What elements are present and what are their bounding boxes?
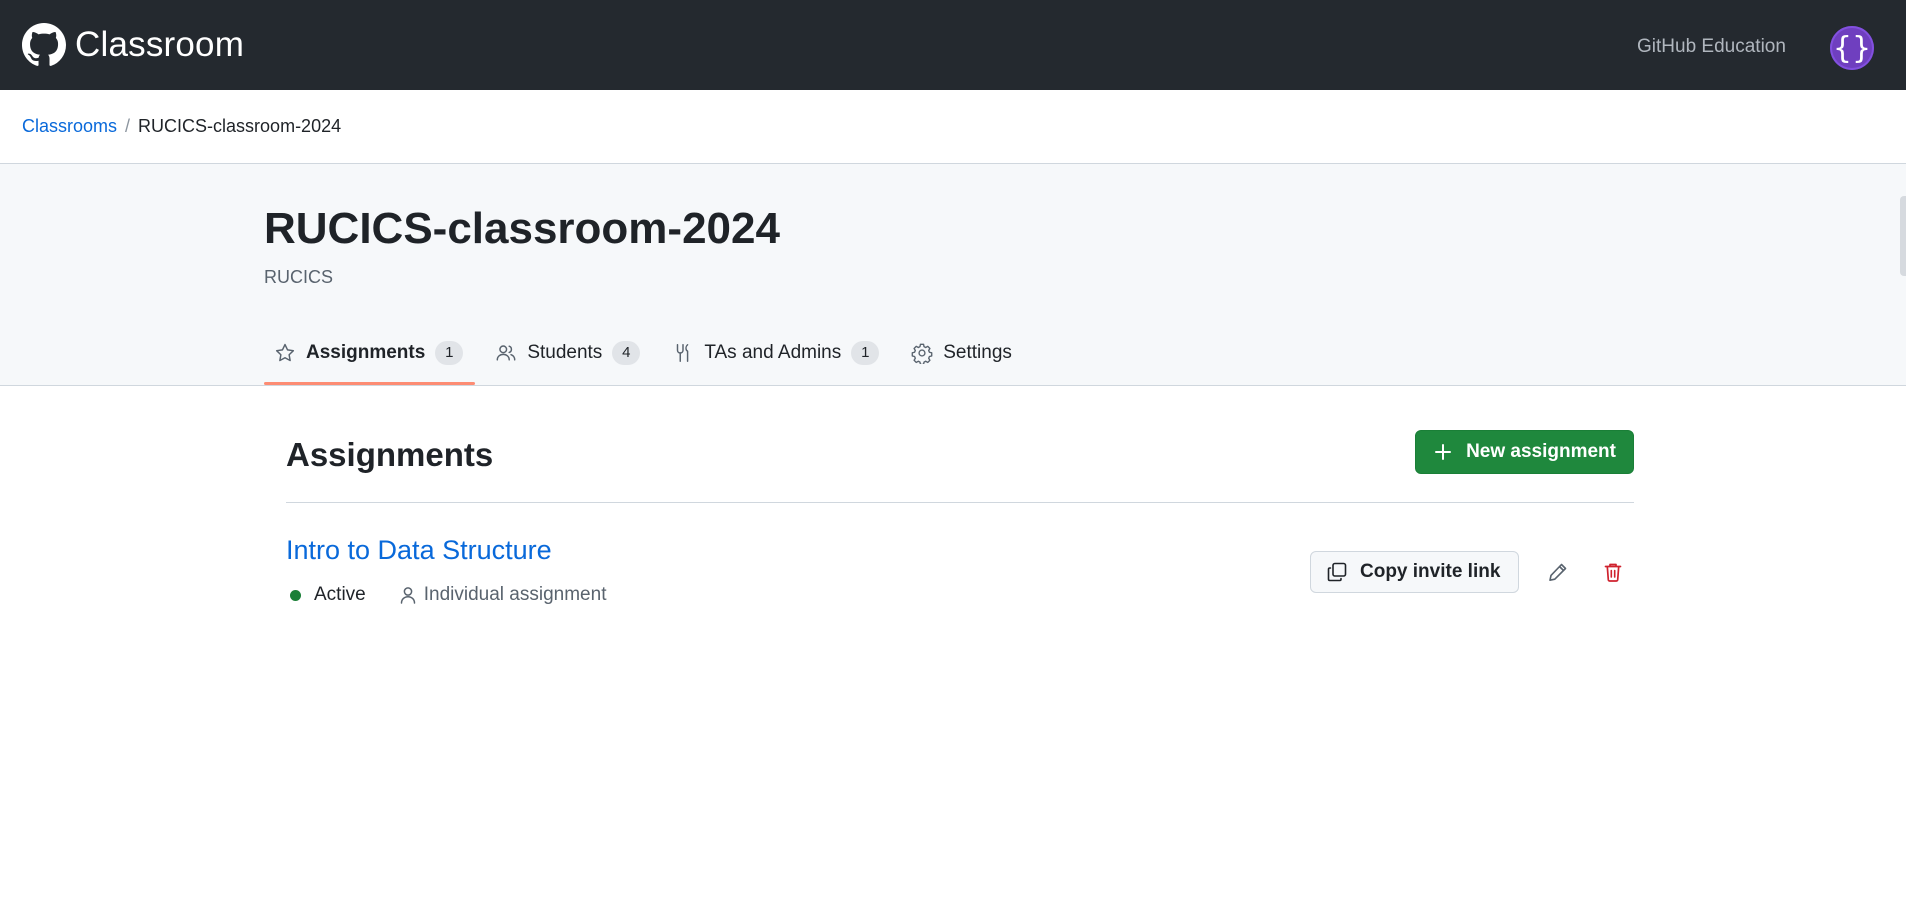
github-education-link[interactable]: GitHub Education	[1637, 36, 1786, 58]
delete-assignment-button[interactable]	[1598, 557, 1628, 587]
tools-icon	[677, 344, 689, 362]
person-icon	[400, 587, 415, 604]
classroom-tabs: Assignments 1 Students 4 TAs and Admins …	[264, 324, 1034, 386]
tab-label: Settings	[943, 342, 1012, 363]
copy-icon	[1327, 562, 1347, 582]
status-dot-icon	[290, 589, 301, 601]
trash-icon	[1604, 563, 1622, 582]
new-assignment-button[interactable]: New assignment	[1415, 430, 1634, 474]
organization-name: RUCICS	[264, 267, 334, 287]
scrollbar-thumb[interactable]	[1900, 196, 1906, 276]
tab-assignments[interactable]: Assignments 1	[264, 324, 476, 385]
breadcrumb-bar: Classrooms / RUCICS-classroom-2024	[0, 90, 1906, 164]
breadcrumb-current: RUCICS-classroom-2024	[138, 116, 342, 136]
tab-counter: 1	[851, 341, 880, 365]
copy-invite-link-button[interactable]: Copy invite link	[1310, 551, 1520, 593]
tab-counter: 1	[435, 341, 464, 365]
page-title: RUCICS-classroom-2024	[264, 204, 780, 253]
plus-icon	[1435, 444, 1452, 460]
classroom-home-link[interactable]: Classroom	[22, 21, 244, 69]
classroom-header: RUCICS-classroom-2024 RUCICS Assignments…	[0, 164, 1906, 386]
copy-invite-link-label: Copy invite link	[1360, 561, 1501, 582]
user-avatar[interactable]: {}	[1830, 26, 1874, 70]
breadcrumb-separator: /	[125, 116, 131, 136]
tab-settings[interactable]: Settings	[901, 324, 1024, 382]
brand-name: Classroom	[75, 25, 245, 64]
gear-icon	[911, 343, 933, 364]
tab-label: TAs and Admins	[704, 342, 842, 363]
tab-label: Assignments	[306, 342, 426, 363]
edit-assignment-button[interactable]	[1543, 557, 1573, 587]
star-icon	[275, 343, 295, 362]
breadcrumb-classrooms-link[interactable]: Classrooms	[22, 116, 117, 137]
tab-tas-and-admins[interactable]: TAs and Admins 1	[662, 324, 891, 382]
assignment-status: Active	[314, 584, 366, 605]
top-navigation-bar: Classroom GitHub Education {}	[0, 0, 1906, 90]
section-title: Assignments	[286, 436, 494, 473]
people-icon	[496, 345, 516, 361]
tab-students[interactable]: Students 4	[485, 324, 652, 382]
tab-label: Students	[527, 342, 603, 363]
breadcrumb: Classrooms / RUCICS-classroom-2024	[22, 116, 341, 137]
assignments-section-header: Assignments New assignment	[286, 430, 1634, 503]
github-logo-icon	[22, 23, 66, 66]
assignment-meta: Active Individual assignment	[290, 584, 606, 606]
assignment-type: Individual assignment	[423, 584, 607, 605]
assignment-title-link[interactable]: Intro to Data Structure	[286, 535, 552, 566]
new-assignment-label: New assignment	[1466, 441, 1616, 462]
pencil-icon	[1549, 563, 1567, 581]
tab-counter: 4	[612, 341, 641, 365]
list-item: Intro to Data Structure Active Individua…	[286, 530, 1634, 610]
